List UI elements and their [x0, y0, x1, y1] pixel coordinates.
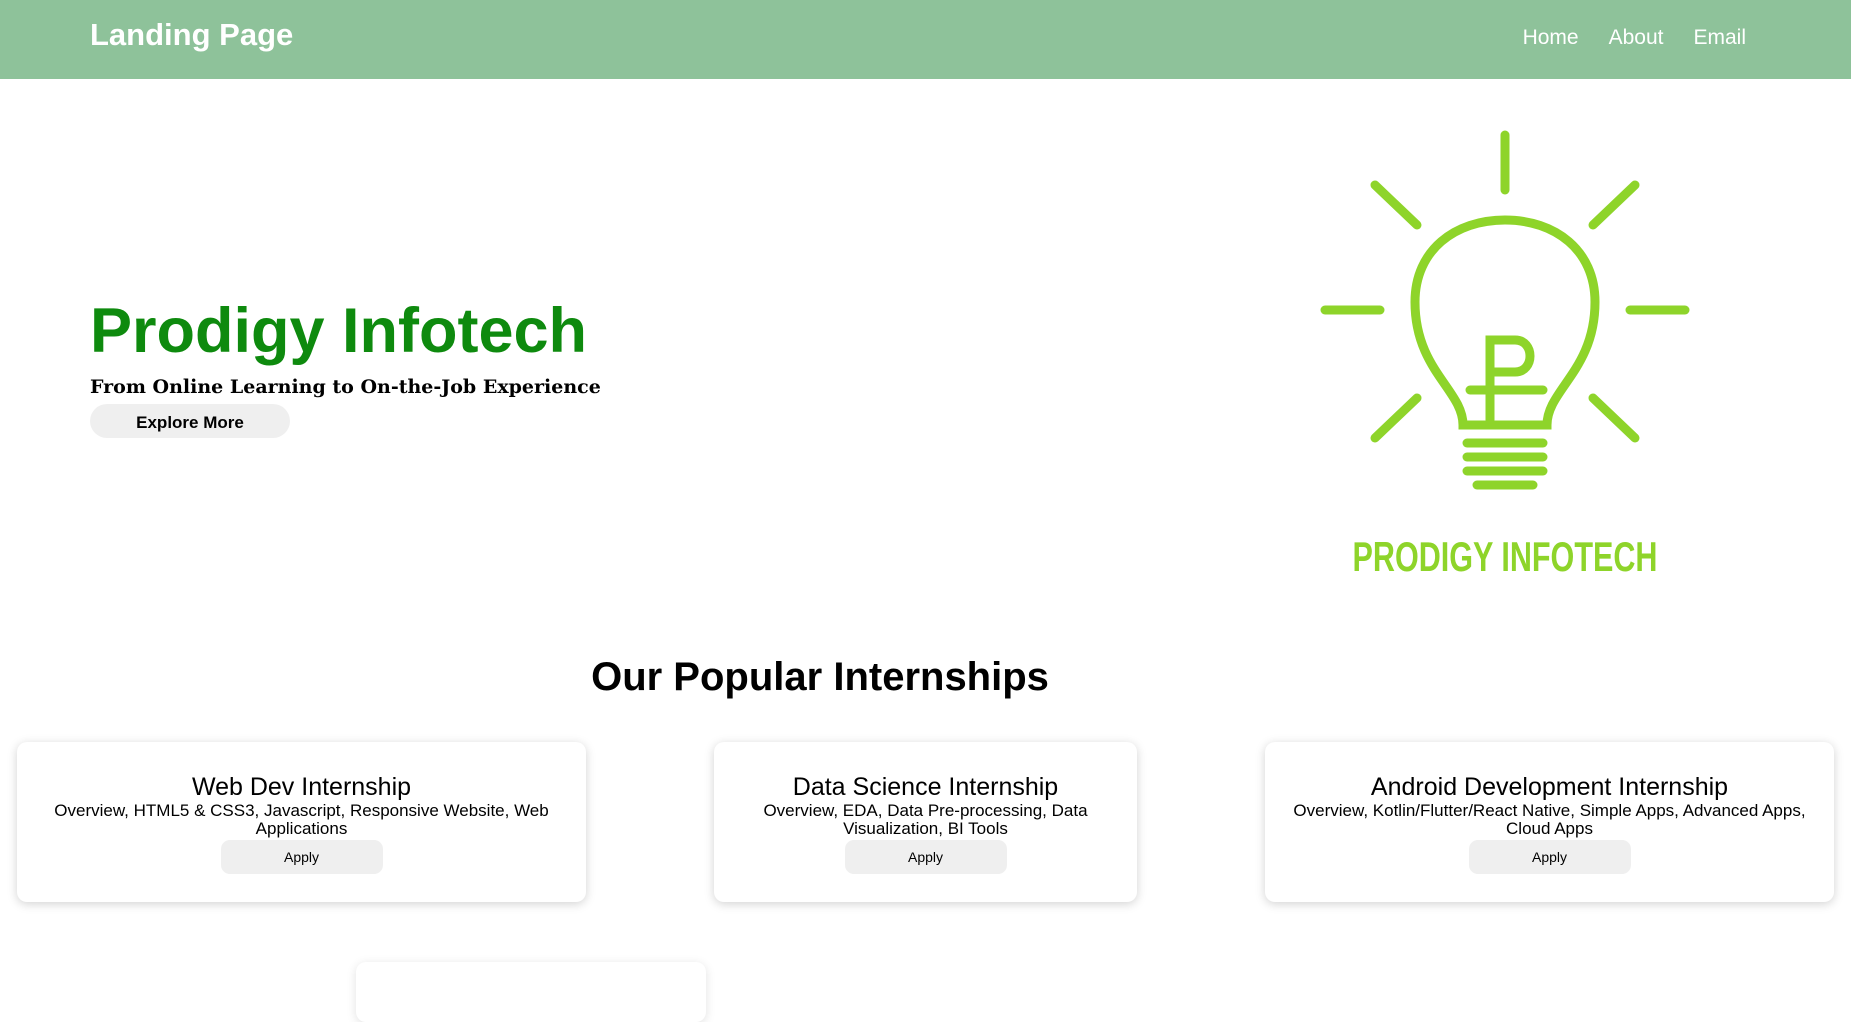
- internship-card-partial: [356, 962, 706, 1022]
- apply-button[interactable]: Apply: [844, 840, 1007, 874]
- internship-card: Web Dev Internship Overview, HTML5 & CSS…: [17, 742, 586, 902]
- nav-home-link[interactable]: Home: [1523, 26, 1579, 50]
- logo-text: PRODIGY INFOTECH: [1353, 533, 1658, 580]
- apply-button[interactable]: Apply: [220, 840, 383, 874]
- internship-title: Data Science Internship: [792, 773, 1059, 801]
- internship-card: Android Development Internship Overview,…: [1265, 742, 1834, 902]
- internship-title: Android Development Internship: [1370, 773, 1729, 801]
- internship-title: Web Dev Internship: [191, 773, 412, 801]
- lightbulb-icon: [1320, 130, 1690, 490]
- nav-about-link[interactable]: About: [1609, 26, 1664, 50]
- nav-email-link[interactable]: Email: [1693, 26, 1746, 50]
- hero-title: Prodigy Infotech: [90, 296, 588, 366]
- explore-more-button[interactable]: Explore More: [90, 404, 290, 438]
- internship-description: Overview, Kotlin/Flutter/React Native, S…: [1293, 801, 1806, 838]
- internship-description: Overview, HTML5 & CSS3, Javascript, Resp…: [54, 801, 549, 838]
- section-title: Our Popular Internships: [591, 655, 1049, 699]
- nav-links: Home About Email: [1523, 26, 1746, 50]
- hero-subtitle: From Online Learning to On-the-Job Exper…: [90, 376, 601, 398]
- prodigy-logo: PRODIGY INFOTECH: [1320, 130, 1690, 580]
- top-navbar: Landing Page Home About Email: [0, 0, 1851, 79]
- apply-button[interactable]: Apply: [1468, 840, 1631, 874]
- brand-title[interactable]: Landing Page: [90, 17, 293, 53]
- internship-description: Overview, EDA, Data Pre-processing, Data…: [763, 801, 1088, 838]
- internship-card: Data Science Internship Overview, EDA, D…: [714, 742, 1137, 902]
